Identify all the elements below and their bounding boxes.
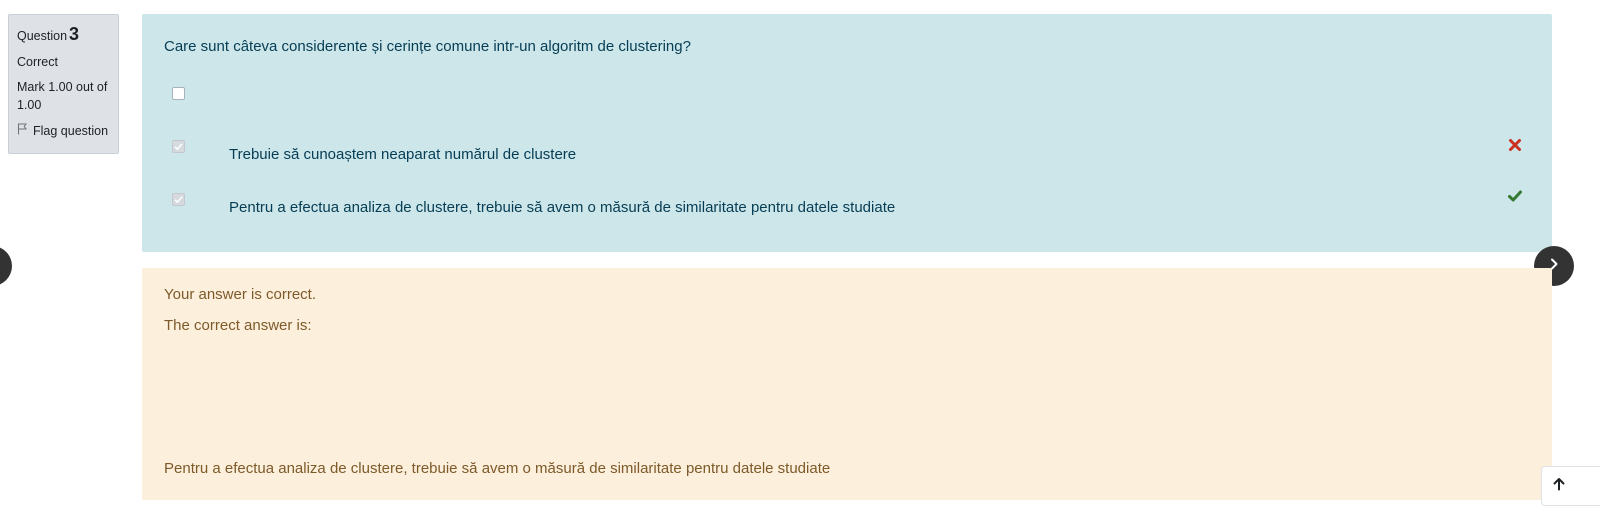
right-answer: Pentru a efectua analiza de clustere, tr… (164, 460, 831, 477)
question-info-panel: Question 3 Correct Mark 1.00 out of 1.00 … (8, 14, 119, 154)
previous-question-button[interactable] (0, 246, 12, 286)
option-checkbox[interactable] (172, 87, 185, 100)
option-checkbox[interactable] (172, 140, 185, 153)
option-label: Pentru a efectua analiza de clustere, tr… (229, 199, 896, 216)
option-checkbox[interactable] (172, 193, 185, 206)
question-formulation: Care sunt câteva considerente și cerințe… (142, 14, 1552, 252)
question-number: Question 3 (17, 23, 110, 47)
flag-icon (17, 123, 28, 139)
correct-icon (1508, 189, 1522, 203)
question-number-value: 3 (69, 24, 80, 44)
question-grade: Mark 1.00 out of 1.00 (17, 80, 108, 112)
incorrect-icon (1508, 138, 1522, 152)
question-label: Question (17, 29, 68, 43)
arrow-up-icon (1552, 477, 1566, 496)
question-state: Correct (17, 55, 58, 69)
flag-question-link[interactable]: Flag question (17, 123, 110, 139)
back-to-top-button[interactable] (1541, 466, 1600, 506)
flag-question-label: Flag question (33, 124, 109, 138)
right-answer-label: The correct answer is: (164, 317, 312, 334)
question-feedback: Your answer is correct. The correct answ… (142, 268, 1552, 500)
general-feedback: Your answer is correct. (164, 286, 317, 303)
question-text: Care sunt câteva considerente și cerințe… (164, 38, 691, 55)
option-label: Trebuie să cunoaștem neaparat numărul de… (229, 146, 577, 163)
